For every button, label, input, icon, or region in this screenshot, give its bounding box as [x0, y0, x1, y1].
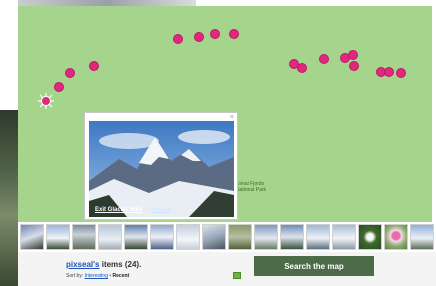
- map-pin[interactable]: [229, 29, 239, 39]
- map-pin[interactable]: [348, 50, 358, 60]
- map-pin[interactable]: [65, 68, 75, 78]
- thumbnail[interactable]: [358, 224, 382, 250]
- map-pin[interactable]: [89, 61, 99, 71]
- thumbnail[interactable]: [46, 224, 70, 250]
- photo-owner-link[interactable]: pixseal: [152, 207, 171, 213]
- popup-caption: Exit Glacier Hike by pixseal: [95, 207, 171, 213]
- thumbnail[interactable]: [332, 224, 356, 250]
- thumbnail[interactable]: [124, 224, 148, 250]
- popup-photo[interactable]: Exit Glacier Hike by pixseal: [89, 121, 234, 217]
- thumbnail[interactable]: [254, 224, 278, 250]
- gallery-info-bar: pixseal's items (24). Sort by: Interesti…: [18, 252, 436, 286]
- map-pin[interactable]: [297, 63, 307, 73]
- map-pin[interactable]: [349, 61, 359, 71]
- thumbnail[interactable]: [150, 224, 174, 250]
- sort-interesting-link[interactable]: Interesting: [85, 273, 108, 279]
- map-pin[interactable]: [319, 54, 329, 64]
- thumbnail[interactable]: [176, 224, 200, 250]
- map-place-label-line2: National Park: [236, 187, 267, 193]
- thumbnail[interactable]: [20, 224, 44, 250]
- thumbnail[interactable]: [280, 224, 304, 250]
- map-pin[interactable]: [194, 32, 204, 42]
- slideshow-icon[interactable]: [233, 272, 241, 279]
- map-pin[interactable]: [396, 68, 406, 78]
- item-count-text: items (24).: [101, 260, 142, 269]
- search-map-button[interactable]: Search the map: [254, 256, 374, 276]
- map-place-label: Kenai Fjords National Park: [236, 181, 276, 193]
- item-count: pixseal's items (24).: [66, 260, 141, 269]
- photo-popup: × Exit Glacier Hike by pixseal: [84, 112, 238, 220]
- thumbnail[interactable]: [72, 224, 96, 250]
- sort-separator: •: [109, 273, 112, 279]
- map-pin[interactable]: [384, 67, 394, 77]
- by-label: by: [144, 207, 151, 213]
- thumbnail[interactable]: [228, 224, 252, 250]
- photo-title-link[interactable]: Exit Glacier Hike: [95, 207, 142, 213]
- sort-options: Sort by: Interesting • Recent: [66, 273, 129, 279]
- sort-recent-selected: Recent: [112, 273, 130, 279]
- thumbnail[interactable]: [202, 224, 226, 250]
- thumbnail[interactable]: [98, 224, 122, 250]
- selected-pin-icon[interactable]: [38, 93, 54, 109]
- thumbnail[interactable]: [306, 224, 330, 250]
- thumbnail-strip: [18, 222, 436, 252]
- map-pin[interactable]: [54, 82, 64, 92]
- background-photo-left: [0, 110, 18, 286]
- thumbnail[interactable]: [410, 224, 434, 250]
- sort-label: Sort by:: [66, 273, 84, 279]
- thumbnail[interactable]: [384, 224, 408, 250]
- owner-link[interactable]: pixseal's: [66, 260, 99, 269]
- map-pin[interactable]: [173, 34, 183, 44]
- map-pin[interactable]: [210, 29, 220, 39]
